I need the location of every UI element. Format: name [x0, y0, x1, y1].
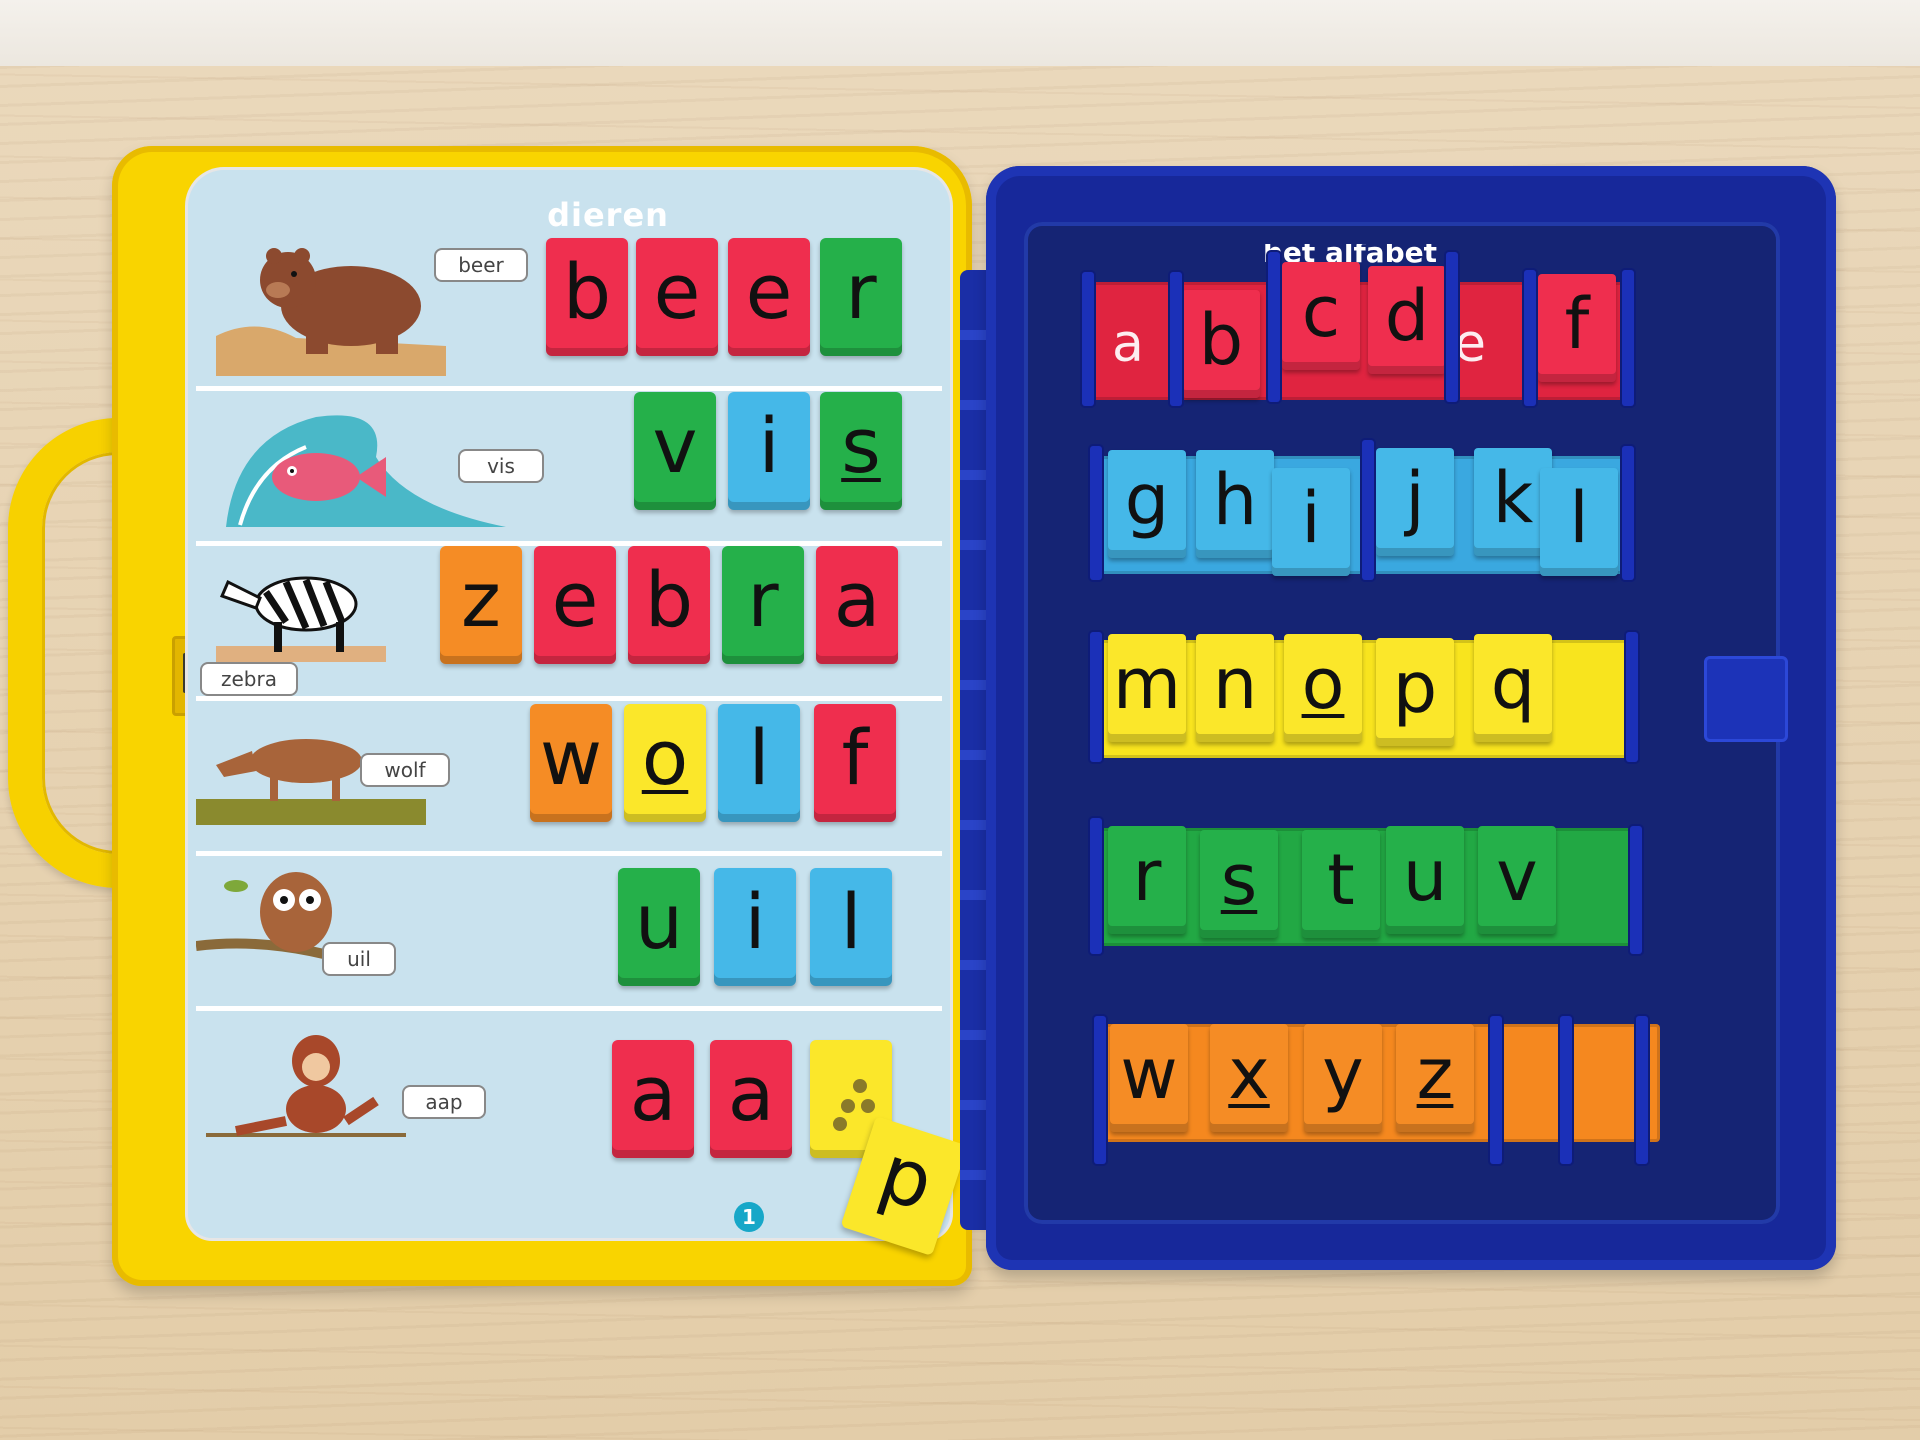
word-label-uil: uil: [322, 942, 396, 976]
tile-o[interactable]: o: [624, 704, 706, 822]
tile-l[interactable]: l: [718, 704, 800, 822]
alphabet-tile-o[interactable]: o: [1284, 634, 1362, 742]
tile-b[interactable]: b: [546, 238, 628, 356]
tray-divider: [1362, 440, 1374, 580]
bear-illustration: [216, 248, 446, 376]
alphabet-tile-b[interactable]: b: [1182, 290, 1260, 398]
tray-divider: [1268, 252, 1280, 402]
tray-divider: [1094, 1016, 1106, 1164]
tile-b[interactable]: b: [628, 546, 710, 664]
alphabet-tile-l[interactable]: l: [1540, 468, 1618, 576]
alphabet-tile-d[interactable]: d: [1368, 266, 1446, 374]
alphabet-tile-h[interactable]: h: [1196, 450, 1274, 558]
tile-u[interactable]: u: [618, 868, 700, 986]
tray-divider: [1082, 272, 1094, 406]
alphabet-tile-x[interactable]: x: [1210, 1024, 1288, 1132]
tile-i[interactable]: i: [714, 868, 796, 986]
tile-i[interactable]: i: [728, 392, 810, 510]
tile-e[interactable]: e: [636, 238, 718, 356]
tile-v[interactable]: v: [634, 392, 716, 510]
alphabet-tile-w[interactable]: w: [1110, 1024, 1188, 1132]
alphabet-tile-m[interactable]: m: [1108, 634, 1186, 742]
printed-letter-e: e: [1454, 314, 1486, 374]
monkey-illustration: [206, 1035, 406, 1137]
word-label-vis: vis: [458, 449, 544, 483]
photo-scene: dieren beer vis zebra wolf uil aap 1 b e…: [0, 0, 1920, 1440]
tile-r[interactable]: r: [722, 546, 804, 664]
card-title: dieren: [547, 196, 669, 234]
printed-letter-a: a: [1112, 314, 1144, 374]
tile-s[interactable]: s: [820, 392, 902, 510]
tray-divider: [1622, 446, 1634, 580]
tray-divider: [1446, 252, 1458, 402]
alphabet-tile-f[interactable]: f: [1538, 274, 1616, 382]
alphabet-tile-i[interactable]: i: [1272, 468, 1350, 576]
tile-a[interactable]: a: [612, 1040, 694, 1158]
page-number: 1: [734, 1202, 764, 1232]
tray-divider: [1524, 270, 1536, 406]
tile-w[interactable]: w: [530, 704, 612, 822]
tile-l[interactable]: l: [810, 868, 892, 986]
alphabet-tile-s[interactable]: s: [1200, 830, 1278, 938]
wall: [0, 0, 1920, 70]
alphabet-tile-y[interactable]: y: [1304, 1024, 1382, 1132]
tile-e[interactable]: e: [534, 546, 616, 664]
tray-divider: [1490, 1016, 1502, 1164]
word-label-zebra: zebra: [200, 662, 298, 696]
alphabet-tile-z[interactable]: z: [1396, 1024, 1474, 1132]
alphabet-tile-q[interactable]: q: [1474, 634, 1552, 742]
alphabet-tile-r[interactable]: r: [1108, 826, 1186, 934]
blue-case-latch: [1704, 656, 1788, 742]
tray-divider: [1622, 270, 1634, 406]
word-label-beer: beer: [434, 248, 528, 282]
tray-divider: [1090, 818, 1102, 954]
tile-r[interactable]: r: [820, 238, 902, 356]
tray-divider: [1560, 1016, 1572, 1164]
tray-divider: [1626, 632, 1638, 762]
alphabet-tile-n[interactable]: n: [1196, 634, 1274, 742]
word-label-wolf: wolf: [360, 753, 450, 787]
alphabet-tile-c[interactable]: c: [1282, 262, 1360, 370]
tile-z[interactable]: z: [440, 546, 522, 664]
alphabet-tile-j[interactable]: j: [1376, 448, 1454, 556]
zebra-illustration: [216, 576, 386, 662]
alphabet-tile-t[interactable]: t: [1302, 830, 1380, 938]
alphabet-tile-u[interactable]: u: [1386, 826, 1464, 934]
alphabet-tile-v[interactable]: v: [1478, 826, 1556, 934]
tray-divider: [1090, 446, 1102, 580]
tile-e[interactable]: e: [728, 238, 810, 356]
tile-f[interactable]: f: [814, 704, 896, 822]
tray-divider: [1170, 272, 1182, 406]
tile-a[interactable]: a: [816, 546, 898, 664]
alphabet-tile-g[interactable]: g: [1108, 450, 1186, 558]
tile-a[interactable]: a: [710, 1040, 792, 1158]
tray-divider: [1630, 826, 1642, 954]
tray-divider: [1090, 632, 1102, 762]
alphabet-tile-p[interactable]: p: [1376, 638, 1454, 746]
tray-divider: [1636, 1016, 1648, 1164]
word-label-aap: aap: [402, 1085, 486, 1119]
